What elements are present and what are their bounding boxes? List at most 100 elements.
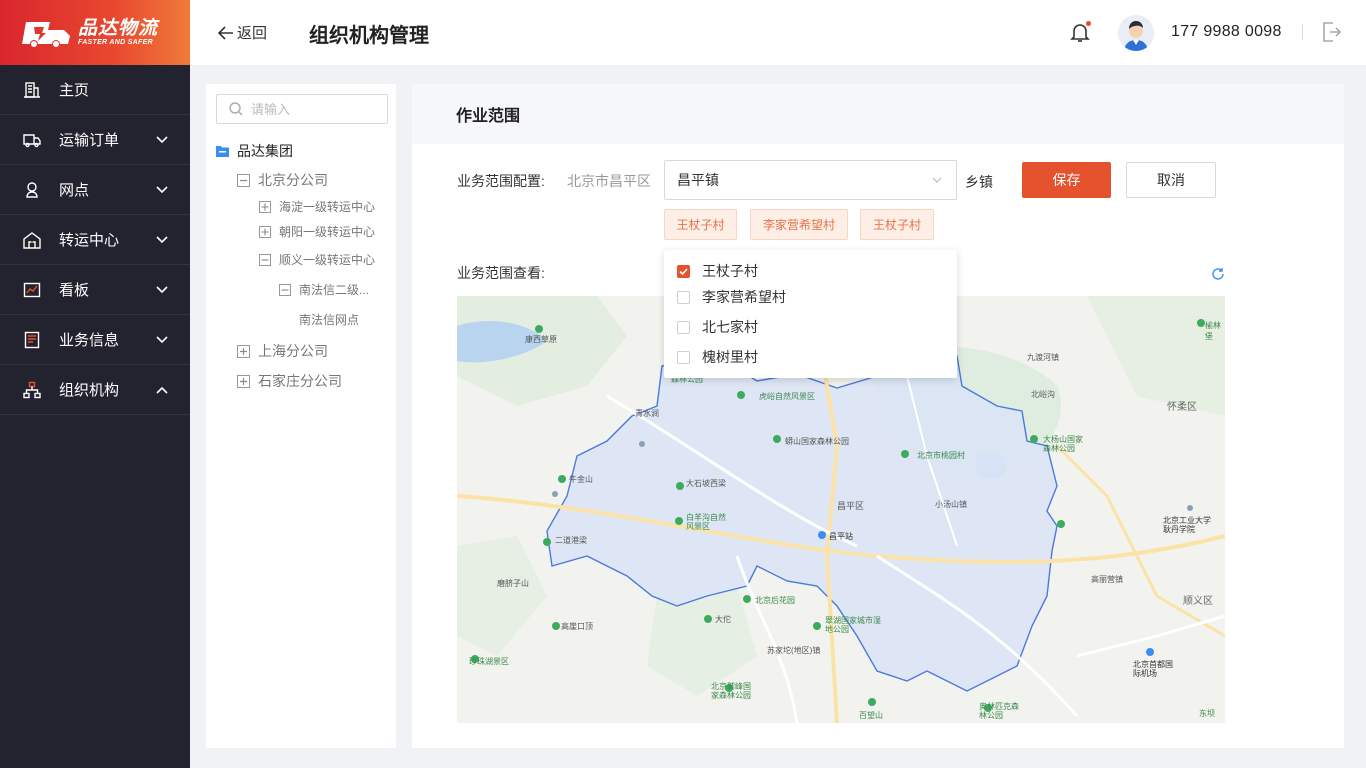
tree-node-root[interactable]: 品达集团 [216, 141, 293, 161]
tree-node-label: 石家庄分公司 [258, 373, 342, 389]
logout-icon[interactable] [1321, 21, 1342, 43]
tree-node-shunyi[interactable]: 顺义一级转运中心 [259, 251, 375, 268]
truck-icon [22, 130, 42, 150]
map-label: 苏家坨(地区)镇 [767, 646, 821, 655]
chevron-down-icon [156, 234, 168, 246]
cancel-button[interactable]: 取消 [1126, 162, 1216, 198]
notification-dot [1086, 21, 1091, 26]
sidebar-item-business-info[interactable]: 业务信息 [0, 315, 190, 365]
search-input[interactable] [251, 101, 381, 117]
back-button[interactable]: 返回 [218, 22, 267, 43]
document-icon [22, 330, 42, 350]
tree-node-chaoyang[interactable]: 朝阳一级转运中心 [259, 223, 375, 240]
sidebar-item-outlets[interactable]: 网点 [0, 165, 190, 215]
sidebar-item-home[interactable]: 主页 [0, 65, 190, 115]
top-header: 返回 组织机构管理 177 9988 0098 [190, 0, 1366, 65]
map-label: 磨脐子山 [497, 579, 529, 588]
sidebar-item-organization[interactable]: 组织机构 [0, 365, 190, 415]
back-label: 返回 [237, 25, 268, 42]
chevron-down-icon [932, 177, 942, 183]
tree-node-label: 顺义一级转运中心 [279, 253, 376, 267]
user-phone: 177 9988 0098 [1171, 23, 1282, 40]
dropdown-option-label: 北七家村 [702, 319, 758, 335]
sidebar-item-label: 主页 [59, 82, 90, 99]
tree-node-label: 南法信网点 [299, 313, 360, 327]
page-title: 组织机构管理 [309, 25, 429, 47]
map-label: 昌平站 [829, 532, 853, 541]
dropdown-option[interactable]: 李家营希望村 [677, 287, 786, 307]
expand-icon[interactable] [237, 344, 250, 358]
location-icon [22, 180, 42, 200]
town-select[interactable]: 昌平镇 [664, 160, 957, 200]
dropdown-option[interactable]: 王杖子村 [677, 261, 758, 281]
tree-node-haidian[interactable]: 海淀一级转运中心 [259, 198, 375, 215]
map-label: 大佗 [715, 615, 731, 624]
map-label: 大石坡西梁 [686, 479, 726, 488]
tree-node-label: 上海分公司 [258, 343, 328, 359]
chevron-up-icon [156, 384, 168, 396]
checkbox-icon[interactable] [677, 350, 690, 364]
sidebar-item-transfer-center[interactable]: 转运中心 [0, 215, 190, 265]
tree-node-label: 朝阳一级转运中心 [279, 225, 376, 239]
chevron-down-icon [156, 184, 168, 196]
selected-tag[interactable]: 王杖子村 [664, 209, 737, 240]
map-label: 珍珠湖景区 [469, 657, 509, 666]
brand-name: 品达物流 [78, 18, 159, 39]
scope-panel: 作业范围 业务范围配置: 北京市昌平区 昌平镇 乡镇 保存 取消 王杖子村 李家… [412, 84, 1344, 748]
dropdown-option[interactable]: 北七家村 [677, 317, 758, 337]
map-label: 翠湖国家城市湿地公园 [825, 616, 881, 634]
town-suffix: 乡镇 [965, 174, 993, 190]
map-label: 九渡河镇 [1027, 353, 1059, 362]
sidebar-item-dashboard[interactable]: 看板 [0, 265, 190, 315]
map-label: 昌平区 [837, 501, 865, 511]
tree-node-nanfaxin-2[interactable]: 南法信二级... [279, 281, 369, 298]
village-dropdown: 王杖子村 李家营希望村 北七家村 槐树里村 [664, 250, 957, 378]
tree-search[interactable] [216, 94, 388, 124]
map-label: 大杨山国家森林公园 [1043, 435, 1083, 453]
expand-icon[interactable] [259, 200, 271, 213]
map-label: 顺义区 [1183, 596, 1213, 607]
town-select-value: 昌平镇 [677, 172, 719, 188]
tree-node-label: 南法信二级... [299, 283, 370, 297]
tree-node-beijing[interactable]: 北京分公司 [237, 170, 328, 190]
brand-logo[interactable]: 品达物流 FASTER AND SAFER [0, 0, 190, 65]
arrow-left-icon [218, 25, 233, 40]
expand-icon[interactable] [259, 225, 271, 238]
checkbox-icon[interactable] [677, 290, 690, 304]
save-button[interactable]: 保存 [1022, 162, 1111, 198]
collapse-icon[interactable] [237, 173, 250, 187]
tree-node-label: 海淀一级转运中心 [279, 200, 376, 214]
map-label: 高崖口顶 [561, 622, 593, 631]
sidebar-item-label: 组织机构 [59, 382, 120, 399]
selected-tag[interactable]: 王杖子村 [860, 209, 934, 240]
sidebar-item-orders[interactable]: 运输订单 [0, 115, 190, 165]
sidebar: 品达物流 FASTER AND SAFER 主页 运输订单 网点 转运中心 看板… [0, 0, 190, 768]
org-chart-icon [22, 380, 42, 400]
section-title: 作业范围 [412, 84, 1344, 144]
view-label: 业务范围查看: [457, 265, 545, 281]
refresh-icon[interactable] [1211, 267, 1225, 281]
expand-icon[interactable] [237, 374, 250, 388]
checkbox-icon[interactable] [677, 320, 690, 334]
collapse-icon[interactable] [279, 283, 291, 296]
header-divider [1302, 24, 1303, 40]
map-label: 北峪沟 [1031, 390, 1055, 399]
brand-slogan: FASTER AND SAFER [78, 39, 153, 46]
map-label: 康西草原 [525, 335, 557, 344]
tree-node-shijiazhuang[interactable]: 石家庄分公司 [237, 371, 342, 391]
avatar[interactable] [1118, 15, 1154, 51]
collapse-icon[interactable] [259, 253, 271, 266]
checkbox-checked-icon[interactable] [677, 264, 690, 278]
tree-node-shanghai[interactable]: 上海分公司 [237, 341, 328, 361]
selected-tag[interactable]: 李家营希望村 [750, 209, 848, 240]
notification-bell-icon[interactable] [1068, 20, 1092, 44]
dropdown-option[interactable]: 槐树里村 [677, 347, 758, 367]
dropdown-option-label: 王杖子村 [702, 263, 758, 279]
chart-board-icon [22, 280, 42, 300]
map-label: 榆林堡 [1205, 321, 1221, 341]
folder-icon [216, 146, 229, 157]
sidebar-item-label: 看板 [59, 282, 90, 299]
map-label: 北京后花园 [755, 596, 795, 605]
tree-node-nanfaxin-point[interactable]: 南法信网点 [299, 311, 359, 328]
sidebar-item-label: 运输订单 [59, 132, 120, 149]
